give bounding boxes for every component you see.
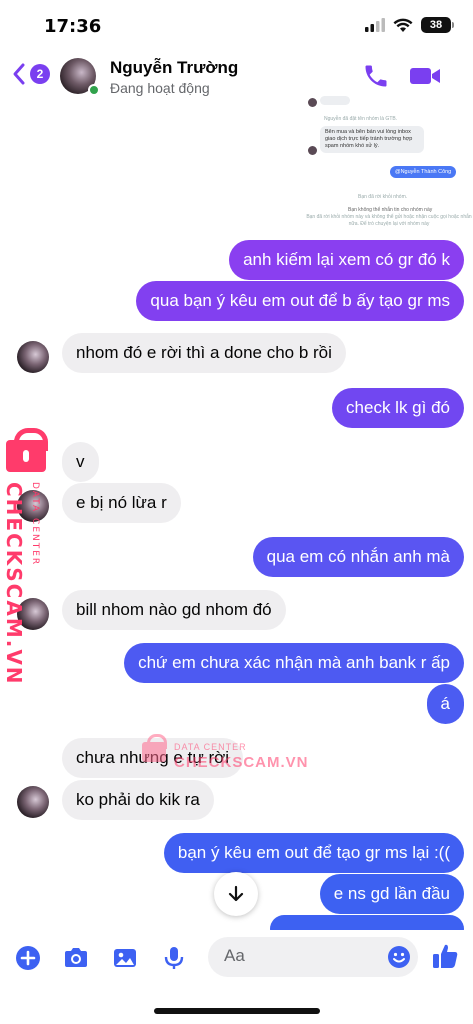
back-button[interactable]: 2 [12,62,50,86]
cellular-signal-icon [365,18,385,32]
message-outgoing[interactable]: qua bạn ý kêu em out để b ấy tạo gr ms [136,281,464,321]
wifi-icon [393,18,413,32]
embedded-cannot-receive: Bạn không thể nhắn tin cho nhóm này [348,207,433,213]
message-outgoing[interactable]: anh kiếm lại xem có gr đó k [229,240,464,280]
back-chevron-icon [13,63,25,85]
battery-indicator: 38 [421,17,454,33]
sender-avatar[interactable] [17,786,49,818]
message-incoming[interactable]: v [62,442,99,482]
contact-name[interactable]: Nguyễn Trường [110,58,238,78]
message-incoming[interactable]: e bị nó lừa r [62,483,181,523]
like-icon[interactable] [430,941,460,971]
message-incoming[interactable]: bill nhom nào gd nhom đó [62,590,286,630]
arrow-down-icon [228,885,244,902]
watermark-side: CHECKSCAM.VN DATA CENTER [2,428,66,686]
message-outgoing[interactable]: e ns gd lần đầu [319,874,464,914]
contact-status: Đang hoạt động [110,80,210,96]
watermark-center-tag: DATA CENTER [174,742,247,752]
watermark-tag: DATA CENTER [30,482,40,567]
embedded-bubble: Bên mua và bên bán vui lòng inbox giao d… [320,126,424,154]
status-bar: 17:36 38 [0,0,473,50]
home-indicator [154,1008,320,1014]
contact-avatar[interactable] [60,58,100,98]
shared-screenshot[interactable]: Nguyễn đã đặt tên nhóm là GTB. Bên mua v… [302,96,473,236]
composer-toolbar [0,930,473,990]
message-outgoing[interactable]: check lk gì đó [332,388,464,428]
message-input[interactable] [224,946,374,966]
microphone-icon[interactable] [160,944,188,972]
image-icon[interactable] [111,944,139,972]
embedded-left-group: Bạn đã rời khỏi nhóm. [358,194,408,200]
online-status-dot [88,84,100,96]
message-incoming[interactable]: nhom đó e rời thì a done cho b rồi [62,333,346,373]
watermark-brand: CHECKSCAM.VN [2,482,26,686]
sender-avatar[interactable] [17,341,49,373]
message-outgoing[interactable]: á [426,684,464,724]
message-outgoing[interactable]: chứ em chưa xác nhận mà anh bank r ấp [124,643,464,683]
conversation-header: 2 Nguyễn Trường Đang hoạt động [0,50,473,102]
status-icons: 38 [365,17,454,33]
message-compose[interactable] [208,937,418,977]
embedded-cannot-receive-sub: Bạn đã rời khỏi nhóm này và không thể gử… [306,214,472,227]
camera-icon[interactable] [62,944,90,972]
unread-badge: 2 [30,64,50,84]
message-outgoing[interactable]: qua em có nhắn anh mà [252,537,464,577]
message-incoming[interactable]: ko phải do kik ra [62,780,214,820]
scroll-to-bottom-button[interactable] [214,872,258,916]
watermark-center: DATA CENTER CHECKSCAM.VN [142,734,322,776]
watermark-center-brand: CHECKSCAM.VN [174,754,309,771]
embedded-avatar-2 [308,146,317,155]
video-camera-icon[interactable] [408,62,442,90]
lock-icon [6,428,48,472]
embedded-bubble-top [320,96,350,105]
message-outgoing[interactable]: bạn ý kêu em out để tạo gr ms lại :(( [163,833,464,873]
emoji-icon[interactable] [386,944,412,970]
embedded-system-line: Nguyễn đã đặt tên nhóm là GTB. [324,116,398,122]
lock-icon [142,734,167,762]
status-time: 17:36 [44,16,102,37]
phone-icon[interactable] [362,62,390,90]
plus-icon[interactable] [14,944,42,972]
embedded-mention: @Nguyễn Thành Công [390,166,457,178]
embedded-avatar [308,98,317,107]
